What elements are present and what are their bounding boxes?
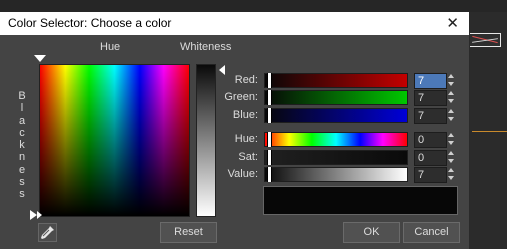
sat-spinner[interactable] [446,150,456,164]
hue-label: Hue: [234,133,258,145]
blackness-pointer-icon[interactable] [30,210,37,220]
blue-slider[interactable] [264,108,408,123]
spinner-down-icon[interactable] [448,141,454,145]
green-label: Green: [224,91,258,103]
hue-blackness-field[interactable] [39,64,190,217]
spinner-up-icon[interactable] [448,133,454,137]
red-slider-knob[interactable] [267,73,272,88]
viewport-gizmo [469,33,501,47]
blackness-pointer-outline-icon [37,211,42,219]
background-orange-line [472,131,507,132]
hue-spinner[interactable] [446,132,456,146]
value-slider[interactable] [264,167,408,182]
eyedropper-button[interactable] [38,223,57,242]
ok-button[interactable]: OK [343,222,400,243]
red-slider[interactable] [264,73,408,88]
blue-slider-knob[interactable] [267,108,272,123]
value-value-field[interactable]: 7 [414,167,447,183]
spinner-down-icon[interactable] [448,159,454,163]
blue-spinner[interactable] [446,108,456,122]
spinner-up-icon[interactable] [448,91,454,95]
spinner-down-icon[interactable] [448,117,454,121]
green-slider-knob[interactable] [267,90,272,105]
spinner-down-icon[interactable] [448,99,454,103]
hue-label: Hue [100,41,121,53]
sat-slider-knob[interactable] [267,150,272,165]
red-label: Red: [234,74,258,86]
value-slider-knob[interactable] [267,167,272,182]
hue-slider[interactable] [264,132,408,147]
spinner-down-icon[interactable] [448,176,454,180]
whiteness-label: Whiteness [180,41,232,53]
reset-button[interactable]: Reset [160,222,217,243]
green-value-field[interactable]: 7 [414,90,447,106]
blue-value-field[interactable]: 7 [414,108,447,124]
sat-value-field[interactable]: 0 [414,150,447,166]
hue-value-field[interactable]: 0 [414,132,447,148]
spinner-up-icon[interactable] [448,109,454,113]
value-spinner[interactable] [446,167,456,181]
color-selector-dialog: Color Selector: Choose a color ✕ Hue Whi… [0,12,470,249]
window-title: Color Selector: Choose a color [8,16,172,30]
spinner-down-icon[interactable] [448,82,454,86]
close-icon[interactable]: ✕ [446,14,459,32]
hue-pointer-icon[interactable] [34,55,46,62]
background-top-strip [0,0,507,12]
cancel-button[interactable]: Cancel [403,222,460,243]
sat-slider[interactable] [264,150,408,165]
current-color-swatch [263,186,458,215]
eyedropper-icon [41,226,54,239]
sat-label: Sat: [238,151,258,163]
spinner-up-icon[interactable] [448,74,454,78]
green-slider[interactable] [264,90,408,105]
blackness-label: Blackness [18,90,26,201]
green-spinner[interactable] [446,90,456,104]
hue-slider-knob[interactable] [267,132,272,147]
spinner-up-icon[interactable] [448,168,454,172]
spinner-up-icon[interactable] [448,151,454,155]
red-value-field[interactable]: 7 [414,73,447,89]
red-spinner[interactable] [446,73,456,87]
blue-label: Blue: [232,109,258,121]
value-label: Value: [227,168,258,180]
title-bar: Color Selector: Choose a color ✕ [0,12,469,35]
